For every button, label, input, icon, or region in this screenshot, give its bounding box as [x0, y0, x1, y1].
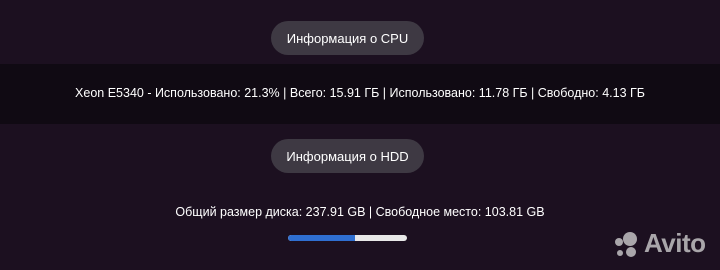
disk-usage-progress-fill	[288, 235, 356, 241]
cpu-info-text: Xeon E5340 - Использовано: 21.3% | Всего…	[75, 86, 645, 100]
avito-watermark: Avito	[612, 228, 706, 259]
disk-usage-progress-bar	[288, 235, 407, 241]
cpu-info-button[interactable]: Информация о CPU	[271, 21, 424, 55]
avito-logo-icon	[615, 231, 637, 257]
avito-watermark-text: Avito	[644, 228, 706, 258]
disk-info-text: Общий размер диска: 237.91 GB | Свободно…	[175, 205, 545, 219]
hdd-info-button[interactable]: Информация о HDD	[271, 139, 424, 173]
